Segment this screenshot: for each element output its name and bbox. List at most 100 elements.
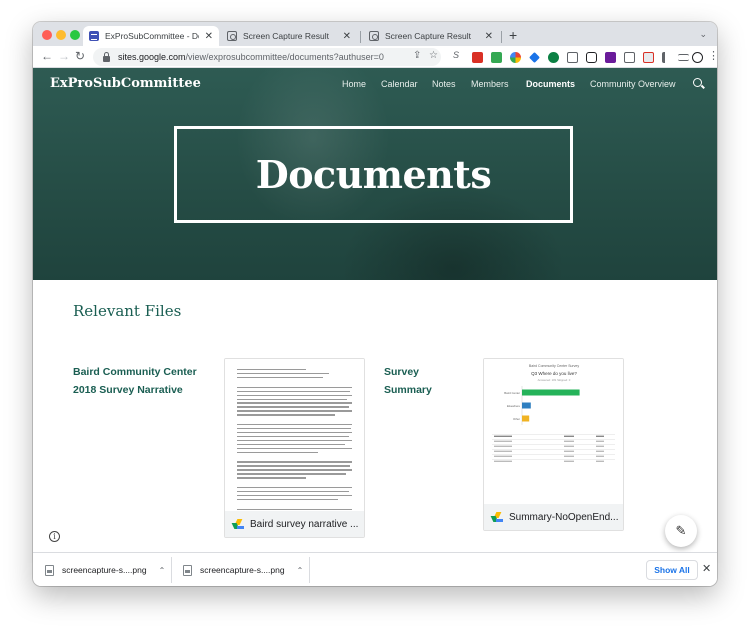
table-cell <box>596 450 604 452</box>
send-extension-icon[interactable] <box>529 52 540 63</box>
file-caption-text: Baird survey narrative ... <box>250 518 359 530</box>
file-icon <box>45 564 54 576</box>
table-rule <box>492 454 615 455</box>
page-title-frame: Documents <box>174 126 573 223</box>
tab-strip: ExProSubCommittee - Documents ✕ Screen C… <box>33 22 717 46</box>
tab-screen-capture-2[interactable]: Screen Capture Result ✕ <box>363 26 499 46</box>
file-icon <box>183 564 192 576</box>
text-line <box>237 490 349 493</box>
file-card-summary[interactable]: Baird Community Center Survey Q3 Where d… <box>483 358 624 531</box>
extension-green-icon[interactable] <box>491 52 502 63</box>
text-line <box>237 508 352 510</box>
grammar-extension-icon[interactable] <box>548 52 559 63</box>
download-item[interactable]: screencapture-s....png ⌃ <box>45 561 165 579</box>
forward-icon[interactable]: → <box>58 49 70 63</box>
chart-bar <box>522 389 580 396</box>
address-path: /view/exprosubcommittee/documents?authus… <box>185 52 384 62</box>
chart-subtitle: Answered: 181 Skipped: 0 <box>538 378 571 382</box>
reader-extension-icon[interactable] <box>567 52 578 63</box>
nav-calendar[interactable]: Calendar <box>381 79 418 89</box>
chevron-up-icon[interactable]: ⌃ <box>159 566 166 575</box>
edit-fab-button[interactable]: ✎ <box>665 515 697 547</box>
text-line <box>237 402 352 404</box>
address-bar[interactable]: sites.google.com /view/exprosubcommittee… <box>93 48 441 66</box>
browser-menu-icon[interactable]: ⋮ <box>708 49 717 63</box>
browser-toolbar: ← → ↻ sites.google.com /view/exprosubcom… <box>33 46 717 68</box>
summary-chart: Baird Community Center Survey Q3 Where d… <box>492 364 615 462</box>
file-caption-text: Summary-NoOpenEnd... <box>509 511 619 523</box>
text-line <box>237 456 352 459</box>
file-label-narrative[interactable]: Baird Community Center 2018 Survey Narra… <box>73 363 197 399</box>
section-title: Relevant Files <box>73 302 182 320</box>
search-icon[interactable] <box>693 78 702 87</box>
tab-separator <box>501 31 502 43</box>
text-line <box>237 465 350 467</box>
close-window-button[interactable] <box>42 30 52 40</box>
text-line <box>237 381 352 384</box>
show-all-button[interactable]: Show All <box>646 560 698 580</box>
new-tab-button[interactable]: + <box>509 27 517 43</box>
document-preview <box>225 359 364 526</box>
site-name[interactable]: ExProSubCommittee <box>50 76 201 91</box>
text-line <box>237 435 349 438</box>
minimize-window-button[interactable] <box>56 30 66 40</box>
nav-notes[interactable]: Notes <box>432 79 456 89</box>
purple-extension-icon[interactable] <box>605 52 616 63</box>
text-line <box>237 498 339 501</box>
table-cell <box>494 450 512 452</box>
table-rule <box>492 439 615 440</box>
tab-close-icon[interactable]: ✕ <box>343 31 351 42</box>
address-host: sites.google.com <box>118 52 186 62</box>
bookmark-star-icon[interactable]: ☆ <box>429 50 438 61</box>
profile-avatar[interactable] <box>692 52 703 63</box>
close-icon[interactable]: ✕ <box>702 562 711 575</box>
table-cell <box>494 455 512 457</box>
reload-icon[interactable]: ↻ <box>75 49 85 63</box>
text-line <box>237 461 352 463</box>
nav-community-overview[interactable]: Community Overview <box>590 79 676 89</box>
file-card-narrative[interactable]: Baird survey narrative ... <box>224 358 365 538</box>
notification-extension-icon[interactable] <box>643 52 654 63</box>
pdf-extension-icon[interactable] <box>586 52 597 63</box>
text-line <box>237 424 352 426</box>
bar-category-label: Other <box>513 417 520 421</box>
camera-icon <box>227 31 237 41</box>
camera-extension-icon[interactable] <box>624 52 635 63</box>
nav-documents[interactable]: Documents <box>526 79 575 89</box>
tab-exprosubcommittee[interactable]: ExProSubCommittee - Documents ✕ <box>83 26 219 46</box>
tab-close-icon[interactable]: ✕ <box>485 31 493 42</box>
tab-title: ExProSubCommittee - Documents <box>105 31 199 41</box>
bar-category-label: Baird Center <box>504 391 520 395</box>
download-item[interactable]: screencapture-s....png ⌃ <box>183 561 303 579</box>
tab-search-icon[interactable]: ⌄ <box>699 29 707 40</box>
file-caption: Summary-NoOpenEnd... <box>484 504 623 530</box>
share-icon[interactable]: ⇪ <box>413 50 421 61</box>
tab-title: Screen Capture Result <box>385 31 471 41</box>
puzzle-extensions-icon[interactable] <box>662 52 670 63</box>
lock-icon <box>103 51 110 62</box>
table-cell <box>596 455 604 457</box>
table-rule <box>492 444 615 445</box>
table-cell <box>564 440 574 442</box>
extension-badge-icon[interactable] <box>472 52 483 63</box>
skype-extension-icon[interactable]: S <box>453 50 464 61</box>
tab-close-icon[interactable]: ✕ <box>205 31 213 42</box>
text-line <box>237 494 352 497</box>
table-cell <box>596 440 604 442</box>
nav-home[interactable]: Home <box>342 79 366 89</box>
text-line <box>237 481 352 484</box>
info-icon[interactable]: i <box>49 531 60 542</box>
tab-screen-capture-1[interactable]: Screen Capture Result ✕ <box>221 26 357 46</box>
text-line <box>237 447 352 450</box>
zoom-window-button[interactable] <box>70 30 80 40</box>
nav-members[interactable]: Members <box>471 79 509 89</box>
text-line <box>237 473 347 475</box>
back-icon[interactable]: ← <box>41 49 53 63</box>
table-cell <box>596 435 604 437</box>
reading-list-icon[interactable] <box>678 54 689 61</box>
file-label-summary[interactable]: Survey Summary <box>384 363 432 399</box>
chrome-extension-icon[interactable] <box>510 52 521 63</box>
table-cell <box>494 445 512 447</box>
chart-question: Q3 Where do you live? <box>531 371 577 376</box>
chevron-up-icon[interactable]: ⌃ <box>297 566 304 575</box>
